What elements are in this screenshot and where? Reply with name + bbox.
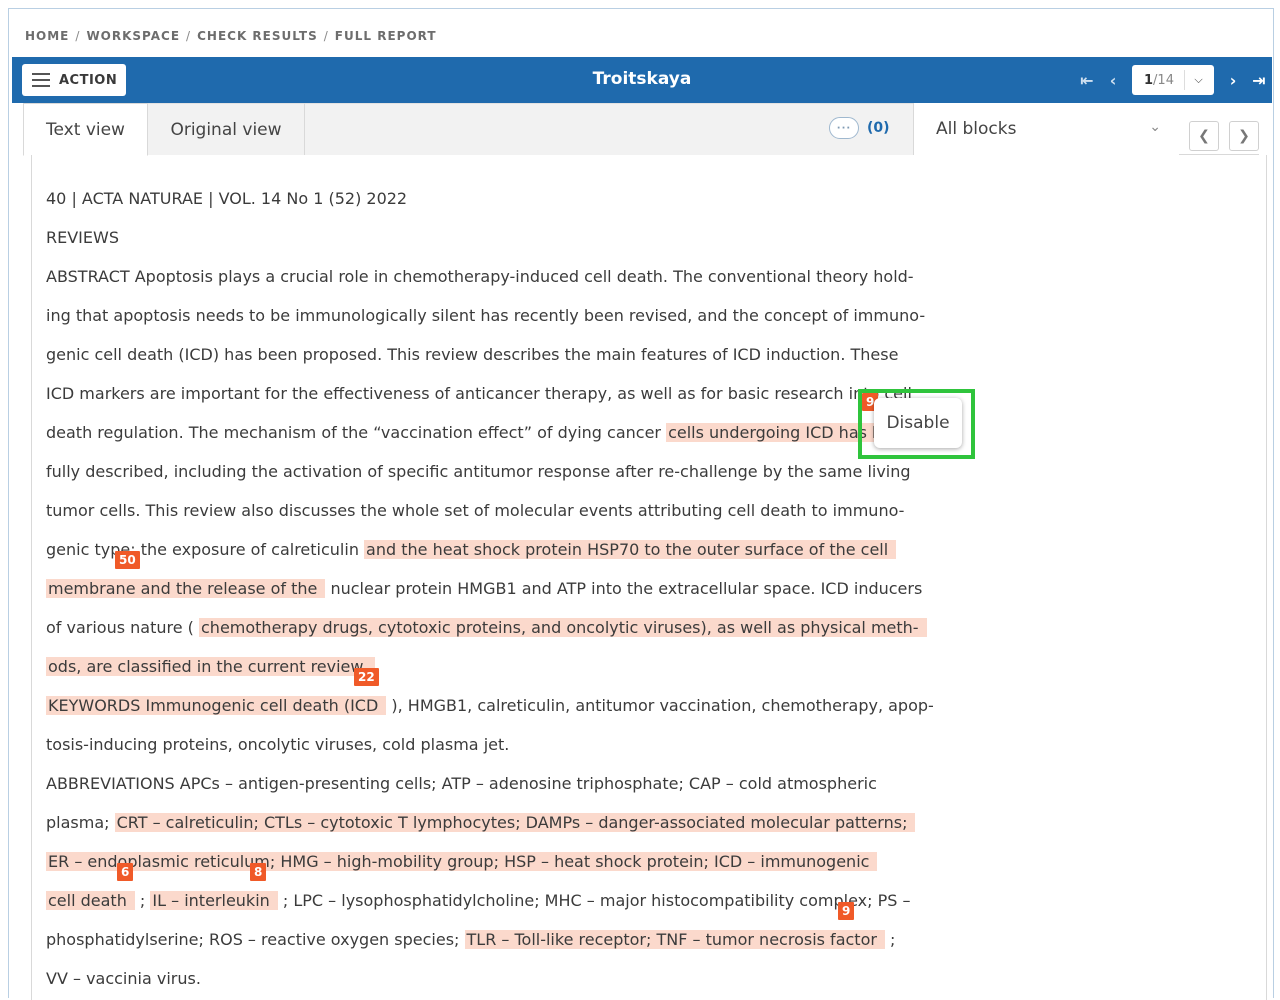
document-line: genic cell death (ICD) has been proposed… <box>46 345 898 365</box>
document-line: cell death ; IL – interleukin ; LPC – ly… <box>46 891 910 911</box>
comments-count: (0) <box>867 120 890 136</box>
document-text: ABSTRACT Apoptosis plays a crucial role … <box>46 267 914 286</box>
document-line: tumor cells. This review also discusses … <box>46 501 904 521</box>
document-line: 40 | ACTA NATURAE | VOL. 14 No 1 (52) 20… <box>46 189 407 209</box>
breadcrumb: HOME / WORKSPACE / CHECK RESULTS / FULL … <box>25 29 437 43</box>
document-line: VV – vaccinia virus. <box>46 969 201 989</box>
highlighted-match[interactable]: KEYWORDS Immunogenic cell death (ICD <box>46 696 387 715</box>
document-line: ICD markers are important for the effect… <box>46 384 912 404</box>
document-line: death regulation. The mechanism of the “… <box>46 423 921 443</box>
match-badge[interactable]: 50 <box>115 551 140 569</box>
document-text: VV – vaccinia virus. <box>46 969 201 988</box>
report-toolbar: ACTION Troitskaya ⇤ ‹ 1/14 ⌵ › ⇥ <box>12 57 1272 103</box>
document-text: ; <box>134 891 151 910</box>
document-text: 40 | ACTA NATURAE | VOL. 14 No 1 (52) 20… <box>46 189 408 208</box>
tabs-spacer <box>305 103 913 155</box>
comment-bubble-icon: ··· <box>829 117 859 139</box>
match-badge[interactable]: 22 <box>354 668 379 686</box>
document-line: of various nature ( chemotherapy drugs, … <box>46 618 927 638</box>
first-page-icon[interactable]: ⇤ <box>1074 71 1100 90</box>
document-text: nuclear protein HMGB1 and ATP into the e… <box>325 579 923 598</box>
tab-original-view[interactable]: Original view <box>148 103 305 155</box>
document-text: plasma; <box>46 813 115 832</box>
chevron-right-icon: ❯ <box>1238 128 1250 144</box>
blocks-select[interactable]: All blocks ⌄ <box>913 103 1179 155</box>
document-line: ABBREVIATIONS APCs – antigen-presenting … <box>46 774 877 794</box>
document-line: ods, are classified in the current revie… <box>46 657 376 677</box>
document-text: ), HMGB1, calreticulin, antitumor vaccin… <box>386 696 934 715</box>
current-page: 1 <box>1144 72 1154 88</box>
document-text: genic cell death (ICD) has been proposed… <box>46 345 899 364</box>
match-badge[interactable]: 9 <box>838 902 855 920</box>
highlighted-match[interactable]: and the heat shock protein HSP70 to the … <box>364 540 897 559</box>
breadcrumb-full-report: FULL REPORT <box>334 29 437 43</box>
document-line: tosis-inducing proteins, oncolytic virus… <box>46 735 509 755</box>
breadcrumb-separator: / <box>186 29 192 43</box>
next-page-icon[interactable]: › <box>1220 71 1246 90</box>
chevron-down-icon[interactable]: ⌵ <box>1184 70 1212 90</box>
breadcrumb-separator: / <box>75 29 81 43</box>
disable-match-button[interactable]: Disable <box>874 398 962 448</box>
report-frame: HOME / WORKSPACE / CHECK RESULTS / FULL … <box>8 8 1274 1000</box>
prev-page-icon[interactable]: ‹ <box>1100 71 1126 90</box>
chevron-left-icon: ❮ <box>1198 128 1210 144</box>
tab-text-view[interactable]: Text view <box>23 103 148 156</box>
document-line: ing that apoptosis needs to be immunolog… <box>46 306 925 326</box>
document-text: ABBREVIATIONS APCs – antigen-presenting … <box>46 774 877 793</box>
page-selector[interactable]: 1/14 ⌵ <box>1132 65 1214 95</box>
blocks-select-value: All blocks <box>936 119 1017 139</box>
document-text: tumor cells. This review also discusses … <box>46 501 905 520</box>
document-text: ing that apoptosis needs to be immunolog… <box>46 306 926 325</box>
breadcrumb-check-results[interactable]: CHECK RESULTS <box>197 29 318 43</box>
document-text: tosis-inducing proteins, oncolytic virus… <box>46 735 510 754</box>
highlighted-match[interactable]: ods, are classified in the current revie… <box>46 657 376 676</box>
highlighted-match[interactable]: TLR – Toll-like receptor; TNF – tumor ne… <box>464 930 885 949</box>
document-text: ; <box>884 930 896 949</box>
document-line: ABSTRACT Apoptosis plays a crucial role … <box>46 267 914 287</box>
document-text: ; LPC – lysophosphatidylcholine; MHC – m… <box>277 891 911 910</box>
document-text: fully described, including the activatio… <box>46 462 911 481</box>
highlighted-match[interactable]: membrane and the release of the <box>46 579 326 598</box>
document-line: fully described, including the activatio… <box>46 462 911 482</box>
match-badge[interactable]: 6 <box>117 863 134 881</box>
breadcrumb-workspace[interactable]: WORKSPACE <box>86 29 180 43</box>
document-line: KEYWORDS Immunogenic cell death (ICD ), … <box>46 696 934 716</box>
last-page-icon[interactable]: ⇥ <box>1246 71 1272 90</box>
document-line: ER – endoplasmic reticulum; HMG – high-m… <box>46 852 878 872</box>
breadcrumb-separator: / <box>323 29 329 43</box>
document-line: REVIEWS <box>46 228 119 248</box>
total-pages: /14 <box>1153 72 1174 88</box>
document-text: genic type: the exposure of calreticulin <box>46 540 365 559</box>
highlighted-match[interactable]: cell death <box>46 891 135 910</box>
document-text: ICD markers are important for the effect… <box>46 384 912 403</box>
prev-block-button[interactable]: ❮ <box>1189 121 1219 151</box>
document-line: plasma; CRT – calreticulin; CTLs – cytot… <box>46 813 916 833</box>
document-text: phosphatidylserine; ROS – reactive oxyge… <box>46 930 465 949</box>
highlighted-match[interactable]: IL – interleukin <box>150 891 278 910</box>
breadcrumb-home[interactable]: HOME <box>25 29 69 43</box>
document-text: REVIEWS <box>46 228 119 247</box>
highlighted-match[interactable]: CRT – calreticulin; CTLs – cytotoxic T l… <box>114 813 916 832</box>
comments-button[interactable]: ··· (0) <box>829 117 890 139</box>
document-line: genic type: the exposure of calreticulin… <box>46 540 897 560</box>
match-badge[interactable]: 8 <box>250 863 267 881</box>
chevron-down-icon: ⌄ <box>1149 119 1161 135</box>
highlighted-match[interactable]: ER – endoplasmic reticulum; HMG – high-m… <box>46 852 878 871</box>
document-line: membrane and the release of the nuclear … <box>46 579 922 599</box>
next-block-button[interactable]: ❯ <box>1229 121 1259 151</box>
document-text: death regulation. The mechanism of the “… <box>46 423 667 442</box>
view-tabs-bar: Text view Original view ··· (0) All bloc… <box>23 103 1259 156</box>
page-navigator: ⇤ ‹ 1/14 ⌵ › ⇥ <box>1074 57 1272 103</box>
document-text: of various nature ( <box>46 618 199 637</box>
document-text-area: 40 | ACTA NATURAE | VOL. 14 No 1 (52) 20… <box>31 155 1267 1000</box>
highlighted-match[interactable]: chemotherapy drugs, cytotoxic proteins, … <box>199 618 927 637</box>
document-line: phosphatidylserine; ROS – reactive oxyge… <box>46 930 895 950</box>
page-indicator: 1/14 <box>1132 73 1184 88</box>
